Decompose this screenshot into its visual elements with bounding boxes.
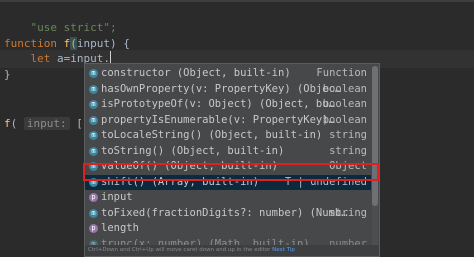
code-line-1: "use strict";	[4, 4, 117, 34]
method-icon: m	[89, 208, 98, 218]
completion-scrollbar[interactable]	[372, 66, 378, 248]
completion-item-type: boolean	[322, 113, 367, 126]
completion-item-name: shift() (Array, built-in)	[101, 175, 260, 188]
use-strict-string: "use strict";	[30, 21, 117, 34]
completion-item[interactable]: m constructor (Object, built-in) Functio…	[85, 66, 371, 82]
method-icon: m	[89, 177, 98, 187]
footer-hint-text: Ctrl+Down and Ctrl+Up will move caret do…	[88, 247, 271, 253]
function-sig-rest: ) {	[109, 37, 130, 50]
completion-scrollbar-thumb[interactable]	[372, 66, 378, 206]
completion-item[interactable]: m toLocaleString() (Object, built-in) st…	[85, 128, 371, 144]
code-line-2: function f(input) {	[4, 37, 130, 50]
completion-item-name: input	[101, 191, 133, 203]
completion-item-name: toLocaleString() (Object, built-in)	[101, 129, 323, 141]
completion-item[interactable]: m valueOf() (Object, built-in) Object	[85, 159, 371, 175]
method-icon: m	[89, 131, 98, 140]
completion-item-name: constructor (Object, built-in)	[101, 67, 291, 79]
completion-item[interactable]: p input	[85, 190, 371, 206]
call-function-name: f	[4, 117, 11, 130]
completion-item[interactable]: p length	[85, 221, 371, 237]
completion-item-name: propertyIsEnumerable(v: PropertyKey)…	[101, 113, 335, 126]
completion-item[interactable]: m hasOwnProperty(v: PropertyKey) (Objec……	[85, 82, 371, 98]
completion-item-type: Function	[316, 67, 367, 79]
completion-item-type: string	[329, 206, 367, 219]
let-keyword: let	[30, 52, 51, 65]
completion-item-type: string	[329, 144, 367, 157]
method-icon: m	[89, 162, 98, 171]
completion-item-type: boolean	[322, 82, 367, 95]
editor-top-edge	[0, 0, 474, 2]
completion-item[interactable]: m propertyIsEnumerable(v: PropertyKey)… …	[85, 113, 371, 129]
method-icon: m	[89, 84, 98, 94]
code-line-4: }	[4, 67, 11, 83]
completion-item[interactable]: m toFixed(fractionDigits?: number) (Numb…	[85, 206, 371, 222]
function-param: input	[76, 37, 110, 50]
completion-item-name: length	[101, 222, 139, 234]
next-tip-link[interactable]: Next Tip	[272, 247, 295, 253]
completion-item-type: Object	[329, 160, 367, 172]
closing-brace: }	[4, 68, 11, 81]
completion-item-name: valueOf() (Object, built-in)	[101, 160, 279, 172]
completion-popup[interactable]: m constructor (Object, built-in) Functio…	[84, 63, 380, 257]
method-icon: m	[89, 115, 98, 125]
completion-item-selected[interactable]: m shift() (Array, built-in) T | undefine…	[85, 174, 371, 190]
function-keyword: function	[4, 37, 57, 50]
completion-item[interactable]: m toString() (Object, built-in) string	[85, 144, 371, 160]
parameter-hint: input:	[23, 117, 70, 130]
completion-item-type: boolean	[322, 98, 367, 110]
completion-item-name: hasOwnProperty(v: PropertyKey) (Objec…	[101, 82, 342, 95]
completion-item-name: toString() (Object, built-in)	[101, 144, 285, 157]
property-icon: p	[89, 224, 98, 233]
completion-item-type: string	[329, 129, 367, 141]
method-icon: m	[89, 69, 98, 78]
completion-item-name: toFixed(fractionDigits?: number) (Numb…	[101, 206, 348, 219]
completion-footer: Ctrl+Down and Ctrl+Up will move caret do…	[85, 245, 379, 256]
property-icon: p	[89, 193, 98, 202]
completion-item-name: isPrototypeOf(v: Object) (Object, bu…	[101, 98, 335, 110]
completion-item[interactable]: m isPrototypeOf(v: Object) (Object, bu… …	[85, 97, 371, 113]
method-icon: m	[89, 146, 98, 156]
method-icon: m	[89, 100, 98, 109]
completion-item-type: T | undefined	[284, 175, 367, 188]
